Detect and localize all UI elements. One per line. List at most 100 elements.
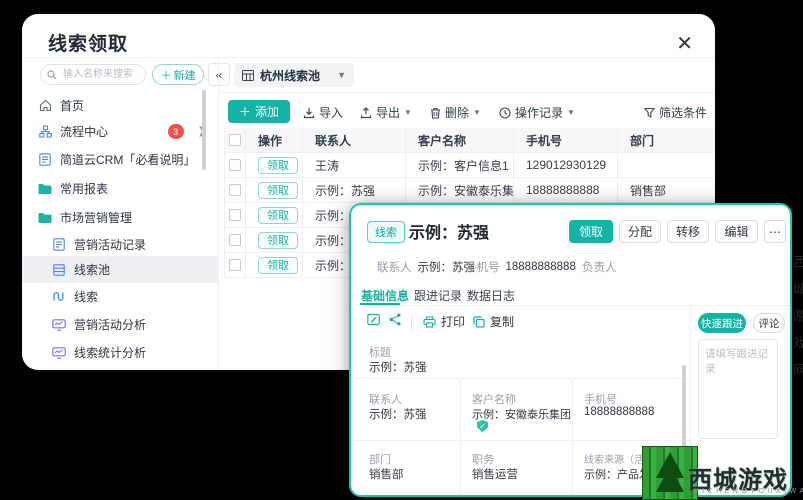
trash-icon	[430, 107, 441, 119]
form-note-button[interactable]	[367, 313, 380, 326]
detail-assign-button[interactable]: 分配	[619, 220, 661, 243]
field-dept-label: 部门	[369, 454, 391, 466]
tab-follow-records[interactable]: 跟进记录	[414, 287, 462, 304]
collapse-sidebar-button[interactable]: «	[208, 63, 230, 86]
row-checkbox[interactable]	[229, 184, 241, 196]
table-row: 领取 示例：苏强 示例：安徽泰乐集团 18888888888 销售部	[224, 178, 713, 203]
sidebar-divider	[218, 57, 219, 370]
sidebar-item-leads[interactable]: 线索	[22, 283, 218, 310]
search-input-wrap	[40, 64, 146, 85]
row-checkbox[interactable]	[229, 234, 241, 246]
field-dept-value: 销售部	[369, 469, 404, 481]
col-header-contact: 联系人	[303, 128, 406, 152]
export-button[interactable]: 导出 ▼	[360, 104, 412, 121]
lead-tag: 线索	[367, 221, 405, 243]
comment-button[interactable]: 评论	[753, 313, 785, 333]
sidebar-item-crm-readme[interactable]: 简道云CRM「必看说明」	[22, 146, 218, 173]
summary-owner: 负责人	[582, 262, 617, 274]
print-button[interactable]: 打印	[423, 313, 465, 330]
sidebar-item-lead-stats[interactable]: 线索统计分析	[22, 339, 218, 366]
claim-button[interactable]: 领取	[258, 231, 298, 249]
field-customer-value: 示例：安徽泰乐集团	[472, 409, 571, 421]
filter-button[interactable]: 筛选条件	[644, 104, 707, 121]
document-icon	[52, 238, 66, 252]
sidebar-item-lead-pool[interactable]: 线索池	[22, 256, 218, 283]
claim-button[interactable]: 领取	[258, 181, 298, 199]
search-input[interactable]	[61, 68, 141, 81]
watermark-subtext: XICHENGYOUXIWANG	[694, 488, 803, 495]
plus-icon: ＋	[238, 105, 251, 119]
share-icon	[389, 313, 401, 326]
sidebar-item-marketing-analysis[interactable]: 营销活动分析	[22, 311, 218, 338]
form-note-icon	[367, 313, 380, 326]
sidebar-item-marketing-records[interactable]: 营销活动记录	[22, 231, 218, 258]
field-phone-label: 手机号	[584, 394, 617, 406]
detail-claim-button[interactable]: 领取	[569, 220, 613, 243]
chevron-down-icon: ▼	[473, 108, 481, 117]
close-icon[interactable]: ✕	[676, 34, 693, 54]
action-divider	[411, 316, 412, 330]
watermark-side-text: 西城游戏网	[791, 255, 803, 390]
operation-log-button[interactable]: 操作记录 ▼	[499, 104, 575, 121]
sidebar-item-process-center[interactable]: 流程中心 3 ❯	[22, 118, 218, 145]
field-row-divider	[351, 378, 690, 379]
field-customer-label: 客户名称	[472, 394, 516, 406]
follow-record-textarea[interactable]	[698, 339, 778, 439]
claim-button[interactable]: 领取	[258, 206, 298, 224]
add-button[interactable]: ＋ 添加	[228, 100, 290, 123]
row-checkbox[interactable]	[229, 259, 241, 271]
detail-transfer-button[interactable]: 转移	[667, 220, 709, 243]
tabs-divider	[351, 305, 790, 306]
claim-button[interactable]: 领取	[258, 156, 298, 174]
sidebar-item-home[interactable]: 首页	[22, 92, 218, 119]
copy-icon	[473, 315, 485, 328]
table-row: 领取 王涛 示例：客户信息1 129012930129	[224, 153, 713, 178]
field-job-label: 职务	[472, 454, 494, 466]
field-title-label: 标题	[369, 347, 391, 359]
table-header-row: 操作 联系人 客户名称 手机号 部门	[224, 128, 713, 153]
sidebar-item-common-reports[interactable]: 常用报表	[22, 175, 218, 202]
pool-selector-dropdown[interactable]: 杭州线索池 ▼	[234, 63, 354, 87]
printer-icon	[423, 315, 436, 328]
import-button[interactable]: 导入	[303, 104, 343, 121]
field-job-value: 销售运营	[472, 469, 518, 481]
screen: 线索领取 ✕ ＋ 新建 « 杭州线索池 ▼ 首页	[0, 0, 803, 500]
col-header-action: 操作	[246, 128, 303, 152]
detail-edit-button[interactable]: 编辑	[715, 220, 758, 243]
sidebar-item-marketing-mgmt[interactable]: 市场营销管理	[22, 204, 218, 231]
more-actions-button[interactable]: ⋯	[764, 220, 786, 243]
row-checkbox[interactable]	[229, 209, 241, 221]
select-all-checkbox[interactable]	[229, 134, 241, 146]
filter-funnel-icon	[644, 107, 655, 118]
wave-flow-icon	[52, 290, 66, 304]
field-contact-label: 联系人	[369, 394, 402, 406]
new-button[interactable]: ＋ 新建	[152, 64, 204, 85]
quick-follow-button[interactable]: 快速跟进	[698, 313, 746, 333]
sidebar-scrollbar[interactable]	[202, 90, 206, 170]
tab-basic-info[interactable]: 基础信息	[361, 287, 409, 304]
page-title: 线索领取	[48, 34, 129, 55]
field-row-divider	[351, 440, 690, 441]
table-icon	[242, 69, 254, 81]
notification-badge: 3	[167, 124, 184, 139]
folder-icon	[38, 211, 52, 225]
import-icon	[303, 107, 315, 119]
chevron-down-icon: ▼	[404, 108, 412, 117]
flow-icon	[38, 125, 52, 139]
chevron-down-icon: ▼	[337, 70, 346, 80]
search-icon	[47, 69, 57, 80]
dashboard-chart-icon	[52, 346, 66, 360]
tab-data-log[interactable]: 数据日志	[467, 287, 515, 304]
document-icon	[38, 153, 52, 167]
clock-icon	[499, 106, 511, 119]
delete-button[interactable]: 删除 ▼	[430, 104, 481, 121]
copy-button[interactable]: 复制	[473, 313, 514, 330]
share-button[interactable]	[389, 313, 401, 326]
toolbar-divider	[218, 92, 715, 93]
claim-button[interactable]: 领取	[258, 256, 298, 274]
row-checkbox[interactable]	[229, 159, 241, 171]
col-header-phone: 手机号	[514, 128, 618, 152]
field-phone-value: 18888888888	[584, 406, 655, 418]
col-header-customer: 客户名称	[406, 128, 514, 152]
chevron-down-icon: ▼	[567, 108, 575, 117]
